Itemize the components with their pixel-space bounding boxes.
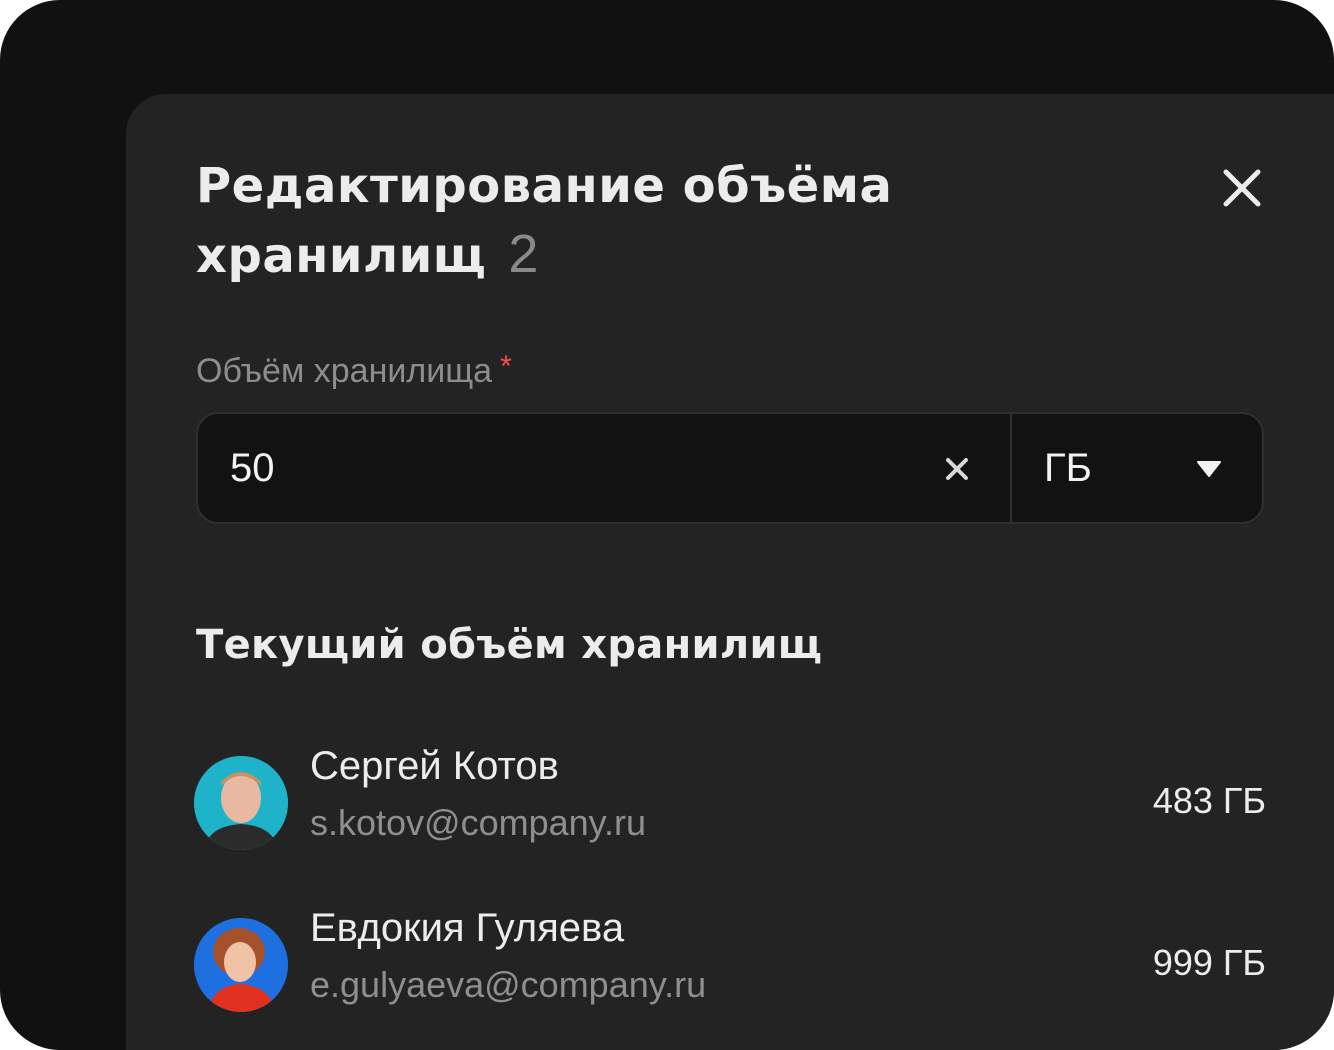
storage-field-label: Объём хранилища * [196, 350, 512, 391]
current-storage-title: Текущий объём хранилищ [196, 622, 823, 668]
edit-storage-dialog: Редактирование объёма хранилищ 2 Объём хр… [126, 94, 1334, 1050]
dialog-title-text: Редактирование объёма хранилищ [196, 158, 893, 284]
avatar [194, 918, 288, 1012]
screen-frame: Редактирование объёма хранилищ 2 Объём хр… [0, 0, 1334, 1050]
user-email: s.kotov@company.ru [310, 802, 647, 843]
triangle-down-icon [1197, 461, 1221, 477]
storage-field-label-text: Объём хранилища [196, 352, 493, 390]
unit-select[interactable]: ГБ [1012, 414, 1262, 522]
avatar-image [194, 756, 288, 850]
clear-icon [946, 458, 968, 480]
user-row: Евдокия Гуляева e.gulyaeva@company.ru 99… [194, 904, 1266, 1014]
unit-selected-value: ГБ [1044, 446, 1092, 490]
user-name: Сергей Котов [310, 744, 559, 788]
clear-button[interactable] [942, 454, 972, 484]
avatar [194, 756, 288, 850]
dialog-title: Редактирование объёма хранилищ 2 [196, 152, 956, 290]
selected-count: 2 [508, 224, 539, 284]
avatar-image [194, 918, 288, 1012]
required-mark: * [500, 350, 512, 383]
user-storage-size: 483 ГБ [1152, 780, 1266, 821]
user-email: e.gulyaeva@company.ru [310, 964, 707, 1005]
user-name: Евдокия Гуляева [310, 906, 625, 950]
storage-value-wrapper [198, 414, 1012, 522]
user-storage-size: 999 ГБ [1152, 942, 1266, 983]
storage-value-input[interactable] [198, 414, 1010, 522]
close-button[interactable] [1218, 164, 1266, 212]
storage-input-group: ГБ [196, 412, 1264, 524]
user-row: Сергей Котов s.kotov@company.ru 483 ГБ [194, 742, 1266, 852]
close-icon [1223, 169, 1261, 207]
